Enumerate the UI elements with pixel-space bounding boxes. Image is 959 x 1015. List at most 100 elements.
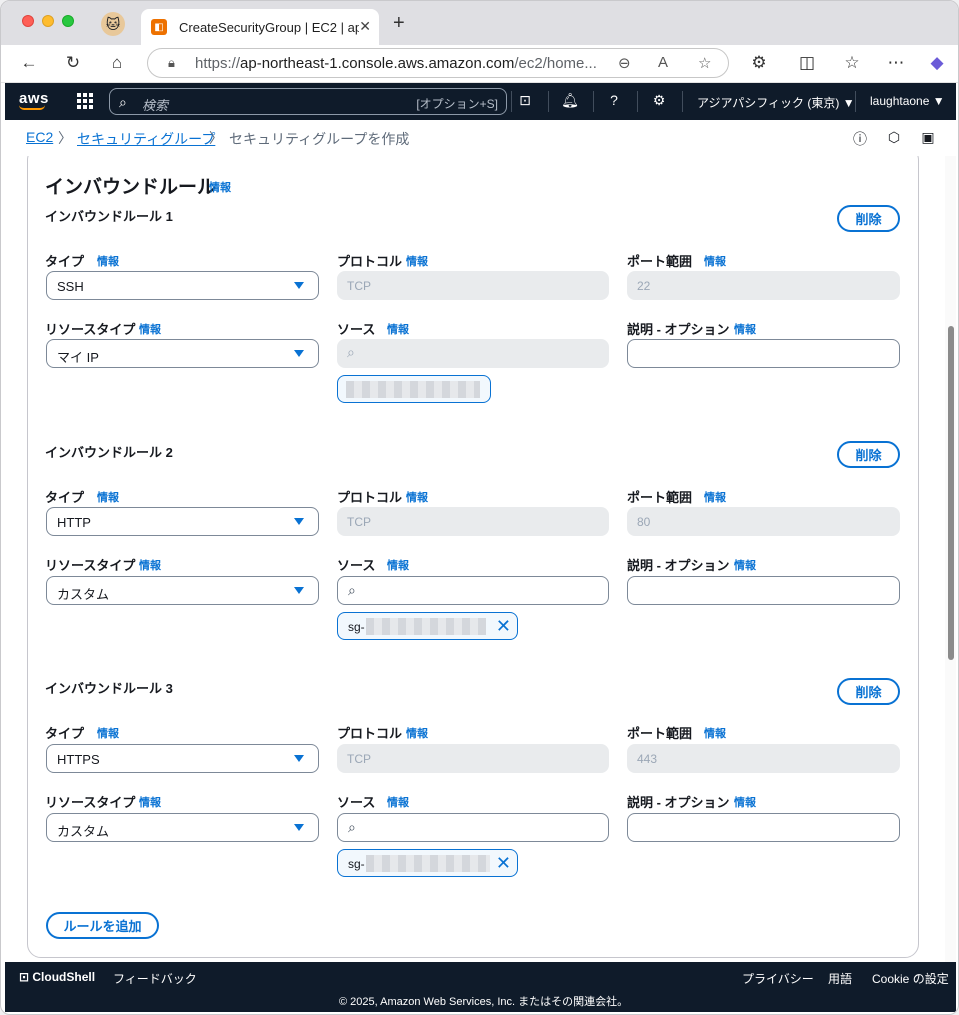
rule-2-protocol-field: TCP: [337, 507, 609, 536]
rule-1-resource-type-select[interactable]: マイ IP: [46, 339, 319, 368]
region-selector[interactable]: アジアパシフィック (東京) ▼: [697, 94, 855, 111]
more-icon[interactable]: ⋯: [885, 53, 907, 73]
favorites-icon[interactable]: ☆: [841, 53, 863, 73]
description-info-link[interactable]: 情報: [734, 794, 756, 810]
source-info-link[interactable]: 情報: [387, 321, 409, 337]
description-info-link[interactable]: 情報: [734, 321, 756, 337]
global-search[interactable]: ⌕ 検索 [オプション+S]: [109, 88, 507, 115]
port-info-link[interactable]: 情報: [704, 725, 726, 741]
cloudshell-icon[interactable]: ⊡: [516, 92, 534, 109]
profile-avatar[interactable]: 🐱: [101, 12, 125, 36]
protocol-info-link[interactable]: 情報: [406, 725, 428, 741]
rule-1-delete-button[interactable]: 削除: [837, 205, 900, 232]
source-info-link[interactable]: 情報: [387, 557, 409, 573]
resource-type-info-link[interactable]: 情報: [139, 794, 161, 810]
cookie-settings-link[interactable]: Cookie の設定: [872, 970, 949, 987]
zoom-out-icon[interactable]: ⊖: [618, 54, 631, 72]
browser-toolbar: ← ↻ ⌂ 🔒︎ https://ap-northeast-1.console.…: [1, 45, 958, 83]
close-window-button[interactable]: [22, 15, 34, 27]
resource-type-info-link[interactable]: 情報: [139, 557, 161, 573]
favorite-star-icon[interactable]: ☆: [698, 54, 711, 72]
read-aloud-icon[interactable]: A: [658, 54, 668, 71]
rule-2-type-select[interactable]: HTTP: [46, 507, 319, 536]
dropdown-caret-icon: [294, 824, 304, 831]
rule-2-source-search[interactable]: ⌕: [337, 576, 609, 605]
page-scrollbar[interactable]: [945, 156, 956, 962]
chevron-right-icon: 〉: [209, 130, 223, 146]
protocol-label: プロトコル: [337, 490, 403, 505]
remove-token-icon[interactable]: ✕: [496, 853, 511, 874]
help-icon[interactable]: ?: [605, 92, 623, 108]
resource-type-info-link[interactable]: 情報: [139, 321, 161, 337]
type-info-link[interactable]: 情報: [97, 725, 119, 741]
extensions-icon[interactable]: ⚙: [748, 53, 770, 73]
home-icon[interactable]: ⌂: [106, 53, 128, 73]
port-range-label: ポート範囲: [627, 490, 693, 505]
privacy-link[interactable]: プライバシー: [742, 970, 814, 987]
rule-1-source-search: ⌕: [337, 339, 609, 368]
description-label: 説明 - オプション: [627, 558, 730, 573]
split-screen-icon[interactable]: ◫: [796, 53, 818, 73]
rule-3-source-search[interactable]: ⌕: [337, 813, 609, 842]
rule-2-delete-button[interactable]: 削除: [837, 441, 900, 468]
tab-close-icon[interactable]: ✕: [359, 18, 371, 35]
settings-gear-icon[interactable]: ⚙: [650, 92, 668, 109]
remove-token-icon[interactable]: ✕: [496, 616, 511, 637]
info-circle-icon[interactable]: ⓘ: [852, 129, 868, 147]
rule-3-description-input[interactable]: [627, 813, 900, 842]
resource-type-label: リソースタイプ: [45, 795, 136, 810]
address-bar[interactable]: 🔒︎ https://ap-northeast-1.console.aws.am…: [147, 48, 729, 78]
description-label: 説明 - オプション: [627, 322, 730, 337]
protocol-label: プロトコル: [337, 254, 403, 269]
rule-3-type-select[interactable]: HTTPS: [46, 744, 319, 773]
rule-1-description-input[interactable]: [627, 339, 900, 368]
protocol-info-link[interactable]: 情報: [406, 489, 428, 505]
rule-3-delete-button[interactable]: 削除: [837, 678, 900, 705]
source-label: ソース: [337, 558, 376, 573]
feedback-link[interactable]: フィードバック: [113, 970, 197, 987]
reload-icon[interactable]: ↻: [62, 53, 84, 73]
rule-3-title: インバウンドルール 3: [45, 681, 173, 696]
type-info-link[interactable]: 情報: [97, 253, 119, 269]
new-tab-icon[interactable]: +: [393, 12, 405, 35]
screen-share-icon[interactable]: ▣: [920, 129, 936, 145]
add-rule-button[interactable]: ルールを追加: [46, 912, 159, 939]
rule-2-port-field: 80: [627, 507, 900, 536]
type-info-link[interactable]: 情報: [97, 489, 119, 505]
rule-1-type-select[interactable]: SSH: [46, 271, 319, 300]
scroll-thumb[interactable]: [948, 326, 954, 660]
search-shortcut: [オプション+S]: [416, 97, 498, 111]
search-placeholder: 検索: [142, 98, 169, 113]
protocol-info-link[interactable]: 情報: [406, 253, 428, 269]
port-info-link[interactable]: 情報: [704, 489, 726, 505]
type-label: タイプ: [45, 726, 85, 741]
description-info-link[interactable]: 情報: [734, 557, 756, 573]
account-menu[interactable]: laughtaone ▼: [870, 94, 945, 108]
copyright-text: © 2025, Amazon Web Services, Inc. またはその関…: [339, 996, 629, 1008]
services-grid-icon[interactable]: [77, 93, 93, 109]
tab-title: CreateSecurityGroup | EC2 | ap-: [179, 19, 359, 35]
breadcrumb-ec2[interactable]: EC2: [26, 129, 53, 145]
hexagon-icon[interactable]: ⬡: [886, 129, 902, 145]
inbound-rules-panel: インバウンドルール 情報 インバウンドルール 1 削除 タイプ 情報 プロトコル…: [27, 156, 919, 958]
port-info-link[interactable]: 情報: [704, 253, 726, 269]
rule-2-resource-type-select[interactable]: カスタム: [46, 576, 319, 605]
section-info-link[interactable]: 情報: [209, 179, 231, 195]
browser-tab-active[interactable]: ◧ CreateSecurityGroup | EC2 | ap- ✕: [141, 9, 379, 45]
minimize-window-button[interactable]: [42, 15, 54, 27]
cloudshell-link[interactable]: ⊡ CloudShell: [19, 970, 95, 984]
copilot-icon[interactable]: ◆: [926, 53, 948, 73]
notifications-bell-icon[interactable]: 🔔︎: [561, 92, 579, 109]
source-info-link[interactable]: 情報: [387, 794, 409, 810]
rule-3-resource-type-select[interactable]: カスタム: [46, 813, 319, 842]
back-icon[interactable]: ←: [18, 53, 40, 73]
dropdown-caret-icon: [294, 350, 304, 357]
aws-logo[interactable]: aws: [19, 90, 49, 110]
maximize-window-button[interactable]: [62, 15, 74, 27]
breadcrumb-security-groups[interactable]: セキュリティグループ: [77, 131, 215, 147]
aws-top-nav: aws ⌕ 検索 [オプション+S] ⊡ 🔔︎ ? ⚙ アジアパシフィック (東…: [5, 83, 956, 120]
breadcrumb: EC2 〉 セキュリティグループ 〉 セキュリティグループを作成 ⓘ ⬡ ▣: [5, 120, 956, 156]
cloudshell-icon: ⊡: [19, 970, 33, 984]
terms-link[interactable]: 用語: [828, 970, 852, 987]
rule-2-description-input[interactable]: [627, 576, 900, 605]
